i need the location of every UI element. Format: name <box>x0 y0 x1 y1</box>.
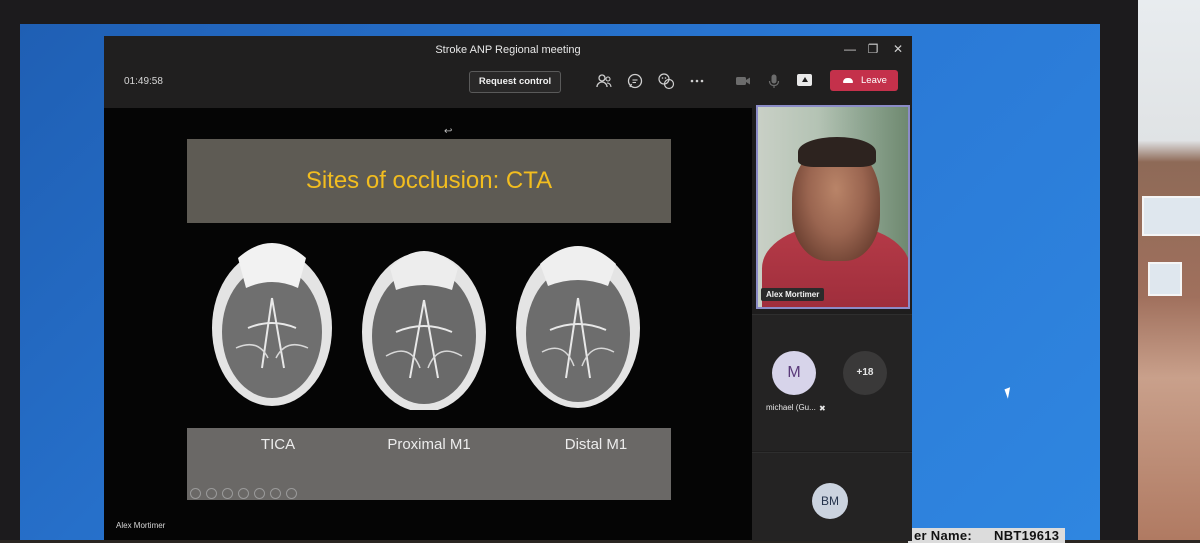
request-control-button[interactable]: Request control <box>469 71 561 93</box>
camera-slide-icon[interactable] <box>270 488 281 499</box>
ct-scan-tica <box>208 228 336 410</box>
teams-meeting-window: Stroke ANP Regional meeting — ❐ ✕ 01:49:… <box>104 36 912 541</box>
room-window-small <box>1148 262 1182 296</box>
leave-button[interactable]: Leave <box>830 70 898 91</box>
slides-grid-icon[interactable] <box>238 488 249 499</box>
reactions-icon[interactable] <box>657 72 675 90</box>
microphone-icon[interactable] <box>765 72 783 90</box>
meeting-timer: 01:49:58 <box>124 76 163 87</box>
chat-icon[interactable] <box>626 72 644 90</box>
video-person-hair <box>798 137 876 167</box>
pen-icon[interactable] <box>222 488 233 499</box>
share-screen-icon[interactable] <box>797 74 812 86</box>
camera-icon[interactable] <box>734 72 752 90</box>
label-distal-m1: Distal M1 <box>564 436 628 453</box>
muted-microphone-icon: ✖ <box>819 404 826 413</box>
slide-title: Sites of occlusion: CTA <box>187 139 671 223</box>
room-window <box>1142 196 1200 236</box>
leave-label: Leave <box>861 75 887 86</box>
avatar-bm[interactable]: BM <box>812 483 848 519</box>
active-speaker-video[interactable]: Alex Mortimer <box>756 105 910 309</box>
participants-panel: Alex Mortimer M +18 michael (Gu... ✖ BM <box>752 105 912 541</box>
presenter-name: Alex Mortimer <box>116 521 166 530</box>
shared-screen: ↩ Sites of occlusion: CTA TICA Proximal … <box>104 108 752 540</box>
hang-up-icon <box>843 78 853 83</box>
participant-tile-bm: BM <box>752 452 912 541</box>
avatar-michael[interactable]: M <box>772 351 816 395</box>
participants-icon[interactable] <box>595 72 613 90</box>
sticker-prefix: er Name: <box>914 528 973 543</box>
ct-scan-proximal-m1 <box>360 228 488 410</box>
title-bar: Stroke ANP Regional meeting — ❐ ✕ <box>104 36 912 62</box>
previous-slide-icon[interactable] <box>190 488 201 499</box>
label-proximal-m1: Proximal M1 <box>387 436 471 453</box>
meeting-toolbar: 01:49:58 Request control Leave <box>104 62 912 108</box>
next-slide-icon[interactable] <box>206 488 217 499</box>
more-participants-button[interactable]: +18 <box>843 351 887 395</box>
more-options-icon[interactable] <box>688 72 706 90</box>
more-slide-options-icon[interactable] <box>286 488 297 499</box>
asset-sticker: er Name: NBT19613 <box>908 528 1066 543</box>
label-tica: TICA <box>260 436 296 453</box>
minimize-icon[interactable]: — <box>840 40 860 58</box>
ct-scan-distal-m1 <box>514 228 642 410</box>
close-icon[interactable]: ✕ <box>888 40 908 58</box>
restore-icon[interactable]: ❐ <box>863 40 883 58</box>
window-title: Stroke ANP Regional meeting <box>435 44 581 56</box>
sticker-code: NBT19613 <box>994 528 1060 543</box>
slide-mark: ↩ <box>444 126 453 137</box>
video-name-label: Alex Mortimer <box>761 288 825 301</box>
zoom-icon[interactable] <box>254 488 265 499</box>
participant-tile: M +18 michael (Gu... ✖ <box>752 314 912 451</box>
participant-name: michael (Gu... <box>766 403 816 412</box>
